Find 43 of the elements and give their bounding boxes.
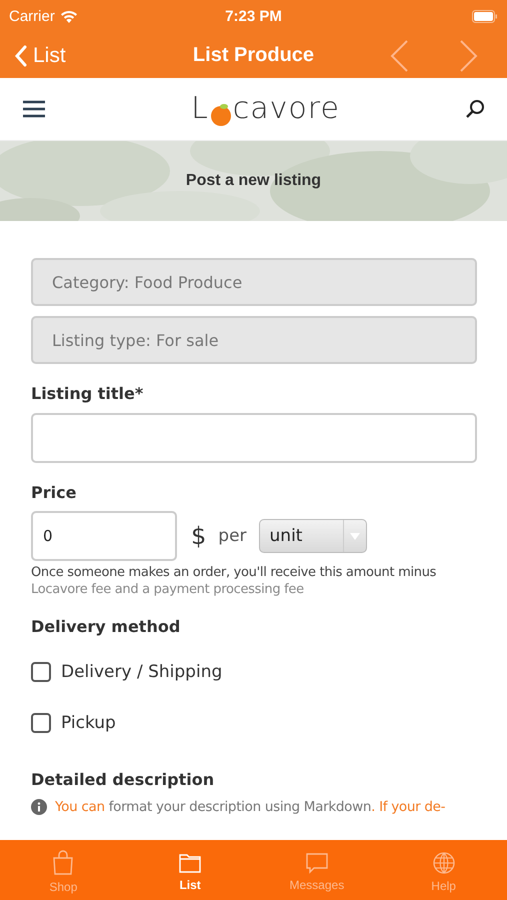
globe-icon [432, 851, 456, 875]
wifi-icon [60, 10, 78, 23]
back-button[interactable]: List [14, 44, 66, 68]
checkbox-label[interactable]: Pickup [61, 712, 116, 732]
unit-dropdown[interactable]: unit [258, 519, 367, 553]
battery-icon [472, 10, 498, 23]
nav-title: List Produce [192, 44, 314, 67]
title-input-field[interactable] [31, 413, 477, 463]
currency-symbol: $ [191, 522, 206, 550]
price-note: Once someone makes an order, you'll receive this amount minus [31, 565, 438, 580]
field-label: Detailed description [31, 770, 216, 789]
field-label: Price [31, 483, 78, 502]
tab-button[interactable]: Messages [254, 840, 380, 900]
price-note: Locavore fee and a payment processing fee [31, 582, 305, 597]
logo-text: cavore [232, 92, 340, 126]
checkbox-label[interactable]: Delivery / Shipping [61, 662, 222, 682]
tab-button[interactable]: Shop [0, 840, 127, 900]
checkbox[interactable] [31, 712, 51, 732]
page-heading: Post a new listing [186, 172, 322, 190]
shopping-bag-icon [51, 850, 76, 876]
tab-button[interactable]: Help [380, 840, 507, 900]
readonly-field: Category: Food Produce [31, 258, 477, 306]
menu-icon[interactable] [22, 100, 46, 118]
per-text: per [218, 526, 247, 546]
folder-icon [178, 852, 202, 874]
logo-letter: L [191, 92, 209, 126]
search-icon[interactable] [465, 99, 485, 119]
field-label: Delivery method [31, 617, 182, 636]
description-hint: You can format your description using Markdown. If your de- [55, 799, 446, 815]
hint-link[interactable]: . If your de- [371, 799, 446, 815]
chat-bubble-icon [304, 852, 329, 874]
price-input-field[interactable]: 0 [31, 511, 177, 561]
hint-link[interactable]: You can [55, 799, 105, 815]
carrier-name: Carrier [9, 8, 55, 25]
tab-button[interactable]: List [126, 840, 254, 900]
checkbox[interactable] [31, 662, 51, 682]
caret-icon [350, 532, 360, 540]
readonly-field: Listing type: For sale [31, 316, 477, 364]
fruit-icon [208, 102, 233, 126]
back-chevron-icon [14, 44, 27, 66]
field-label: Listing title* [31, 384, 144, 403]
info-icon [31, 799, 47, 815]
status-time: 7:23 PM [225, 8, 282, 25]
